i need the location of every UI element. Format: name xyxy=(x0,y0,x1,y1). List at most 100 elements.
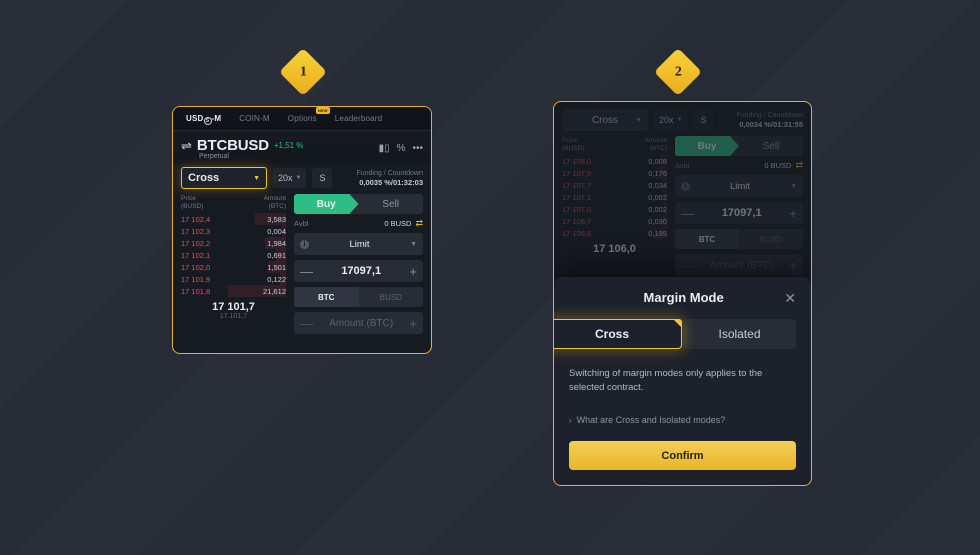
currency-busd[interactable]: BUSD xyxy=(359,287,424,307)
orderbook-row[interactable]: 17 102,2 1,984 xyxy=(181,237,286,249)
learn-more-link[interactable]: › What are Cross and Isolated modes? xyxy=(569,415,796,425)
confirm-button[interactable]: Confirm xyxy=(569,441,796,470)
buy-sell-toggle: Buy Sell xyxy=(675,136,803,156)
info-icon[interactable]: i xyxy=(681,181,690,191)
transfer-icon[interactable]: ⇄ xyxy=(795,161,803,170)
transfer-icon[interactable]: ⇄ xyxy=(415,219,423,228)
decrement-icon[interactable]: — xyxy=(681,259,694,272)
orderbook: Price (BUSD) Amount (BTC) 17 108,0 0,008 1… xyxy=(562,136,667,276)
decrement-icon[interactable]: — xyxy=(300,317,313,330)
percent-icon[interactable]: % xyxy=(397,143,406,154)
currency-btc[interactable]: BTC xyxy=(294,287,359,307)
currency-toggle: BTC BUSD xyxy=(294,287,423,307)
tab-coin-m[interactable]: COIN-M xyxy=(230,107,279,131)
orderbook-row[interactable]: 17 107,1 0,002 xyxy=(562,191,667,203)
increment-icon[interactable]: + xyxy=(789,259,797,272)
symbol-name[interactable]: BTCBUSD xyxy=(197,137,269,154)
sell-tab[interactable]: Sell xyxy=(349,194,423,214)
orderbook-row[interactable]: 17 102,4 3,583 xyxy=(181,213,286,225)
orderbook-row[interactable]: 17 108,0 0,008 xyxy=(562,155,667,167)
price-input[interactable]: 17097,1 xyxy=(313,265,409,277)
increment-icon[interactable]: + xyxy=(789,207,797,220)
funding-countdown: Funding / Countdown 0,0035 %/01:32:03 xyxy=(356,170,423,187)
orderbook-row[interactable]: 17 101,8 21,612 xyxy=(181,285,286,297)
tab-usds-m-suffix: -M xyxy=(211,113,222,123)
orderbook-row[interactable]: 17 101,9 0,122 xyxy=(181,273,286,285)
chevron-down-icon: ▼ xyxy=(253,174,260,182)
margin-mode-value: Cross xyxy=(591,114,619,126)
step-badge-1: 1 xyxy=(278,47,328,97)
currency-btc[interactable]: BTC xyxy=(675,229,739,249)
tab-leaderboard[interactable]: Leaderboard xyxy=(326,107,392,131)
buy-tab[interactable]: Buy xyxy=(294,194,359,214)
orderbook-row[interactable]: 17 102,3 0,004 xyxy=(181,225,286,237)
chevron-down-icon: ▼ xyxy=(790,182,797,190)
sell-tab[interactable]: Sell xyxy=(730,136,803,156)
price-stepper[interactable]: — 17097,1 + xyxy=(294,260,423,282)
chevron-down-icon: ▼ xyxy=(676,117,683,123)
orderbook-col-price: Price xyxy=(181,195,196,202)
orderbook-col-amount: Amount xyxy=(644,137,667,144)
currency-busd[interactable]: BUSD xyxy=(739,229,803,249)
tab-options-label: Options xyxy=(287,113,317,123)
buy-tab[interactable]: Buy xyxy=(675,136,739,156)
leverage-select[interactable]: 20x ▼ xyxy=(273,168,307,188)
orderbook-row[interactable]: 17 102,0 1,501 xyxy=(181,261,286,273)
symbol-header: ⇌ BTCBUSD +1,51 % Perpetual ▮▯ % ••• xyxy=(173,131,431,164)
usds-circle-icon: S xyxy=(203,116,212,125)
available-label: Avbl xyxy=(675,161,690,170)
s-button[interactable]: S xyxy=(693,110,714,130)
orderbook-row[interactable]: 17 107,9 0,176 xyxy=(562,167,667,179)
orderbook-row[interactable]: 17 106,6 0,195 xyxy=(562,227,667,239)
order-type-select[interactable]: i Limit ▼ xyxy=(675,175,803,197)
close-icon[interactable]: ✕ xyxy=(784,291,796,305)
amount-input[interactable]: Amount (BTC) xyxy=(313,318,409,329)
orderbook-row[interactable]: 17 107,0 0,002 xyxy=(562,203,667,215)
orderbook-row[interactable]: 17 102,1 0,691 xyxy=(181,249,286,261)
panel-body: Price (BUSD) Amount (BTC) 17 108,0 0,008 1… xyxy=(554,136,811,284)
margin-mode-cross-tab[interactable]: Cross xyxy=(554,319,682,350)
chevron-down-icon: ▼ xyxy=(635,116,642,124)
s-button[interactable]: S xyxy=(312,168,333,188)
orderbook-price: 17 102,0 xyxy=(181,262,211,272)
margin-mode-value: Cross xyxy=(188,172,220,184)
trade-controls-row: Cross ▼ 20x ▼ S Funding / Countdown 0,00… xyxy=(173,164,431,194)
increment-icon[interactable]: + xyxy=(409,265,417,278)
orderbook-amount: 0,002 xyxy=(648,192,667,202)
orderbook-col-amount-unit: (BTC) xyxy=(268,203,286,210)
margin-mode-isolated-tab[interactable]: Isolated xyxy=(683,319,796,350)
amount-stepper[interactable]: — Amount (BTC) + xyxy=(675,254,803,276)
orderbook-price: 17 101,8 xyxy=(181,286,211,296)
margin-mode-select[interactable]: Cross ▼ xyxy=(181,167,267,189)
amount-input[interactable]: Amount (BTC) xyxy=(694,260,789,271)
amount-stepper[interactable]: — Amount (BTC) + xyxy=(294,312,423,334)
increment-icon[interactable]: + xyxy=(409,317,417,330)
orderbook-col-price-unit: (BUSD) xyxy=(181,203,204,210)
order-type-select[interactable]: i Limit ▼ xyxy=(294,233,423,255)
tab-options[interactable]: Options NEW xyxy=(279,107,330,131)
chevron-down-icon: ▼ xyxy=(295,175,302,181)
margin-mode-select[interactable]: Cross ▼ xyxy=(562,109,648,131)
orderbook-rows: 17 102,4 3,583 17 102,3 0,004 17 102,2 1,984 1… xyxy=(181,213,286,297)
price-input[interactable]: 17097,1 xyxy=(694,207,789,219)
decrement-icon[interactable]: — xyxy=(681,207,694,220)
last-price-secondary: 17.101,7 xyxy=(219,313,248,320)
price-stepper[interactable]: — 17097,1 + xyxy=(675,202,803,224)
swap-symbol-icon[interactable]: ⇌ xyxy=(181,139,192,152)
orderbook-amount: 0,176 xyxy=(648,168,667,178)
funding-value: 0,0034 %/01:31:55 xyxy=(739,119,803,129)
orderbook-row[interactable]: 17 107,7 0,034 xyxy=(562,179,667,191)
tab-usds-m[interactable]: USD S -M xyxy=(177,107,230,131)
decrement-icon[interactable]: — xyxy=(300,265,313,278)
orderbook: Price (BUSD) Amount (BTC) 17 102,4 3,583 1… xyxy=(181,194,286,334)
orderbook-amount: 0,004 xyxy=(267,226,286,236)
order-type-value: Limit xyxy=(349,238,370,250)
funding-label: Funding / Countdown xyxy=(736,111,803,119)
leverage-select[interactable]: 20x ▼ xyxy=(654,110,688,130)
candlestick-icon[interactable]: ▮▯ xyxy=(379,143,390,154)
order-form: Buy Sell Avbl 0 BUSD ⇄ i Limit ▼ — 17097… xyxy=(294,194,423,334)
info-icon[interactable]: i xyxy=(300,239,309,249)
more-icon[interactable]: ••• xyxy=(412,143,423,154)
orderbook-row[interactable]: 17 106,7 0,030 xyxy=(562,215,667,227)
step-badge-2: 2 xyxy=(653,47,703,97)
